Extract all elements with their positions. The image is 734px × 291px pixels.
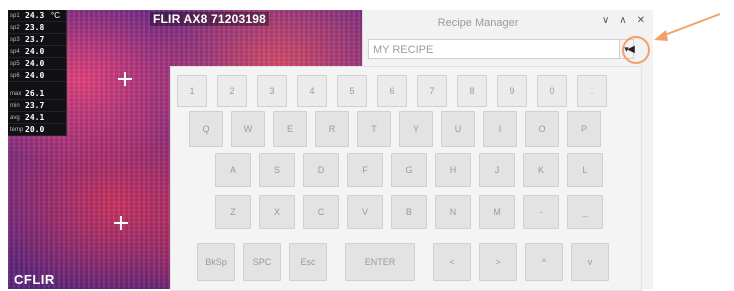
key-f[interactable]: F bbox=[347, 153, 383, 187]
key-up[interactable]: ^ bbox=[525, 243, 563, 281]
key-left[interactable]: < bbox=[433, 243, 471, 281]
key-spc[interactable]: SPC bbox=[243, 243, 281, 281]
window-title: Recipe Manager bbox=[437, 17, 519, 29]
key-a[interactable]: A bbox=[215, 153, 251, 187]
key-b[interactable]: B bbox=[391, 195, 427, 229]
key-l[interactable]: L bbox=[567, 153, 603, 187]
on-screen-keyboard: 1 2 3 4 5 6 7 8 9 0. Q W E R T Y U I O P A S D F G H J K L Z X C V B N M - _ B… bbox=[170, 66, 642, 291]
key-v[interactable]: v bbox=[571, 243, 609, 281]
key-e[interactable]: E bbox=[273, 111, 307, 147]
reading-row: sp1 24.3 °C bbox=[8, 10, 66, 22]
reading-value: 24.3 bbox=[25, 11, 45, 20]
reading-row: sp6 24.0 bbox=[8, 70, 66, 82]
recipe-selector: MY RECIPE ▾ bbox=[368, 38, 634, 60]
key-right[interactable]: > bbox=[479, 243, 517, 281]
reading-label: min bbox=[10, 102, 20, 109]
minimize-icon[interactable]: ∨ bbox=[602, 16, 609, 26]
key-o[interactable]: O bbox=[525, 111, 559, 147]
key-n[interactable]: N bbox=[435, 195, 471, 229]
reading-row: max 26.1 bbox=[8, 88, 66, 100]
key-period[interactable]: . bbox=[577, 75, 607, 107]
camera-title: FLIR AX8 71203198 bbox=[150, 12, 270, 26]
maximize-icon[interactable]: ∧ bbox=[619, 16, 626, 26]
key-p[interactable]: P bbox=[567, 111, 601, 147]
reading-label: avg bbox=[10, 114, 20, 121]
reading-value: 24.0 bbox=[25, 47, 45, 56]
reading-label: sp2 bbox=[10, 24, 20, 31]
reading-label: temp bbox=[10, 126, 24, 133]
key-k[interactable]: K bbox=[523, 153, 559, 187]
key-s[interactable]: S bbox=[259, 153, 295, 187]
reading-row: sp2 23.8 bbox=[8, 22, 66, 34]
key-y[interactable]: Y bbox=[399, 111, 433, 147]
window-controls: ∨ ∧ ✕ bbox=[602, 16, 645, 26]
key-6[interactable]: 6 bbox=[377, 75, 407, 107]
key-r[interactable]: R bbox=[315, 111, 349, 147]
reading-row: sp3 23.7 bbox=[8, 34, 66, 46]
key-m[interactable]: M bbox=[479, 195, 515, 229]
key-2[interactable]: 2 bbox=[217, 75, 247, 107]
flir-logo: CFLIR bbox=[14, 272, 55, 287]
close-icon[interactable]: ✕ bbox=[637, 16, 645, 26]
reading-value: 24.1 bbox=[25, 113, 45, 122]
spot-crosshair-icon bbox=[114, 216, 128, 230]
key-esc[interactable]: Esc bbox=[289, 243, 327, 281]
key-u[interactable]: U bbox=[441, 111, 475, 147]
key-0[interactable]: 0 bbox=[537, 75, 567, 107]
callout-arrow-icon bbox=[654, 13, 721, 41]
key-i[interactable]: I bbox=[483, 111, 517, 147]
key-q[interactable]: Q bbox=[189, 111, 223, 147]
spot-crosshair-icon bbox=[118, 72, 132, 86]
reading-row: min 23.7 bbox=[8, 100, 66, 112]
key-underscore[interactable]: _ bbox=[567, 195, 603, 229]
reading-value: 24.0 bbox=[25, 71, 45, 80]
reading-label: sp5 bbox=[10, 60, 20, 67]
reading-label: max bbox=[10, 90, 22, 97]
key-g[interactable]: G bbox=[391, 153, 427, 187]
reading-label: sp4 bbox=[10, 48, 20, 55]
window-titlebar: Recipe Manager ∨ ∧ ✕ bbox=[363, 10, 653, 36]
reading-value: 20.0 bbox=[25, 125, 45, 134]
key-7[interactable]: 7 bbox=[417, 75, 447, 107]
key-z[interactable]: Z bbox=[215, 195, 251, 229]
reading-value: 23.7 bbox=[25, 35, 45, 44]
reading-value: 23.8 bbox=[25, 23, 45, 32]
reading-row: temp 20.0 bbox=[8, 124, 66, 136]
reading-value: 26.1 bbox=[25, 89, 45, 98]
key-x[interactable]: X bbox=[259, 195, 295, 229]
reading-value: 24.0 bbox=[25, 59, 45, 68]
key-3[interactable]: 3 bbox=[257, 75, 287, 107]
reading-value: 23.7 bbox=[25, 101, 45, 110]
key-bksp[interactable]: BkSp bbox=[197, 243, 235, 281]
key-w[interactable]: W bbox=[231, 111, 265, 147]
reading-row: avg 24.1 bbox=[8, 112, 66, 124]
key-v[interactable]: V bbox=[347, 195, 383, 229]
reading-label: sp3 bbox=[10, 36, 20, 43]
key-8[interactable]: 8 bbox=[457, 75, 487, 107]
key-h[interactable]: H bbox=[435, 153, 471, 187]
callout-circle bbox=[622, 36, 650, 64]
key-dash[interactable]: - bbox=[523, 195, 559, 229]
key-t[interactable]: T bbox=[357, 111, 391, 147]
recipe-name-input[interactable]: MY RECIPE bbox=[368, 39, 620, 59]
reading-unit: °C bbox=[51, 11, 60, 20]
key-j[interactable]: J bbox=[479, 153, 515, 187]
key-1[interactable]: 1 bbox=[177, 75, 207, 107]
temperature-readings-panel: sp1 24.3 °C sp2 23.8 sp3 23.7 sp4 24.0 s… bbox=[8, 10, 67, 136]
reading-label: sp1 bbox=[10, 12, 20, 19]
key-enter[interactable]: ENTER bbox=[345, 243, 415, 281]
reading-label: sp6 bbox=[10, 72, 20, 79]
key-d[interactable]: D bbox=[303, 153, 339, 187]
reading-row: sp5 24.0 bbox=[8, 58, 66, 70]
key-c[interactable]: C bbox=[303, 195, 339, 229]
key-4[interactable]: 4 bbox=[297, 75, 327, 107]
key-9[interactable]: 9 bbox=[497, 75, 527, 107]
reading-row: sp4 24.0 bbox=[8, 46, 66, 58]
key-5[interactable]: 5 bbox=[337, 75, 367, 107]
